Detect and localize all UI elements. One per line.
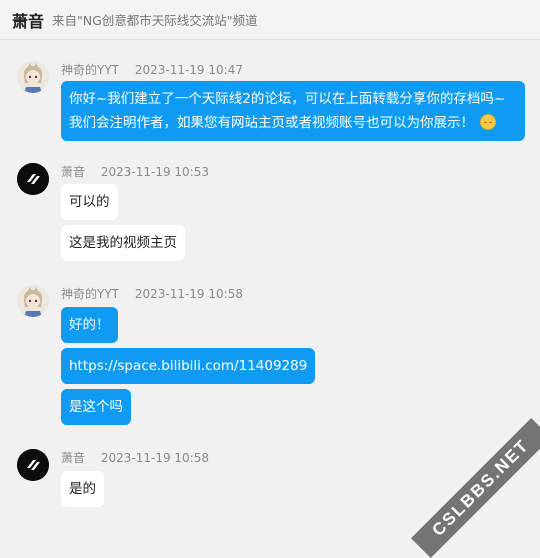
message-text: 可以的 bbox=[69, 194, 110, 210]
sender-name: 神奇的YYT bbox=[61, 287, 119, 301]
message-timestamp: 2023-11-19 10:58 bbox=[100, 451, 209, 465]
message-bubble[interactable]: 你好~我们建立了一个天际线2的论坛，可以在上面转载分享你的存档吗~ 我们会注明作… bbox=[61, 81, 525, 141]
message-link[interactable]: https://space.bilibili.com/11409289 bbox=[69, 358, 307, 374]
message-bubble[interactable]: 这是我的视频主页 bbox=[61, 225, 185, 261]
message-text: 是的 bbox=[69, 481, 96, 497]
message-text: 这是我的视频主页 bbox=[69, 235, 177, 251]
message-text: 好的！ bbox=[69, 317, 110, 333]
site-watermark: CSLBBS.NET bbox=[410, 417, 540, 558]
slash-logo-icon bbox=[17, 163, 49, 195]
sender-name: 萧音 bbox=[61, 165, 86, 179]
message-bubble[interactable]: https://space.bilibili.com/11409289 bbox=[61, 348, 316, 384]
message-timestamp: 2023-11-19 10:58 bbox=[134, 287, 243, 301]
message-bubble[interactable]: 好的！ bbox=[61, 307, 118, 343]
anime-avatar-icon bbox=[17, 285, 49, 317]
smile-emoji-icon bbox=[480, 114, 496, 130]
message-timestamp: 2023-11-19 10:47 bbox=[134, 63, 243, 77]
message-text: 是这个吗 bbox=[69, 399, 123, 415]
message-meta: 萧音 2023-11-19 10:53 bbox=[61, 163, 209, 180]
message-meta: 神奇的YYT 2023-11-19 10:58 bbox=[61, 285, 243, 302]
user-avatar-yyt[interactable] bbox=[17, 61, 49, 93]
chat-header: 萧音 来自"NG创意都市天际线交流站"频道 bbox=[0, 0, 540, 40]
message-bubble[interactable]: 是的 bbox=[61, 471, 104, 507]
user-avatar-xiaoyin[interactable] bbox=[17, 163, 49, 195]
message-meta: 萧音 2023-11-19 10:58 bbox=[61, 449, 209, 466]
message-bubble[interactable]: 是这个吗 bbox=[61, 389, 131, 425]
sender-name: 神奇的YYT bbox=[61, 63, 119, 77]
user-avatar-xiaoyin[interactable] bbox=[17, 449, 49, 481]
chat-title: 萧音 bbox=[12, 11, 45, 31]
message-meta: 神奇的YYT 2023-11-19 10:47 bbox=[61, 61, 243, 78]
anime-avatar-icon bbox=[17, 61, 49, 93]
user-avatar-yyt[interactable] bbox=[17, 285, 49, 317]
message-line: 你好~我们建立了一个天际线2的论坛，可以在上面转载分享你的存档吗~ bbox=[69, 91, 506, 107]
message-timestamp: 2023-11-19 10:53 bbox=[100, 165, 209, 179]
sender-name: 萧音 bbox=[61, 451, 86, 465]
message-line: 我们会注明作者，如果您有网站主页或者视频账号也可以为你展示！ bbox=[69, 115, 474, 131]
slash-logo-icon bbox=[17, 449, 49, 481]
chat-source-channel: 来自"NG创意都市天际线交流站"频道 bbox=[52, 13, 258, 28]
message-bubble[interactable]: 可以的 bbox=[61, 184, 118, 220]
